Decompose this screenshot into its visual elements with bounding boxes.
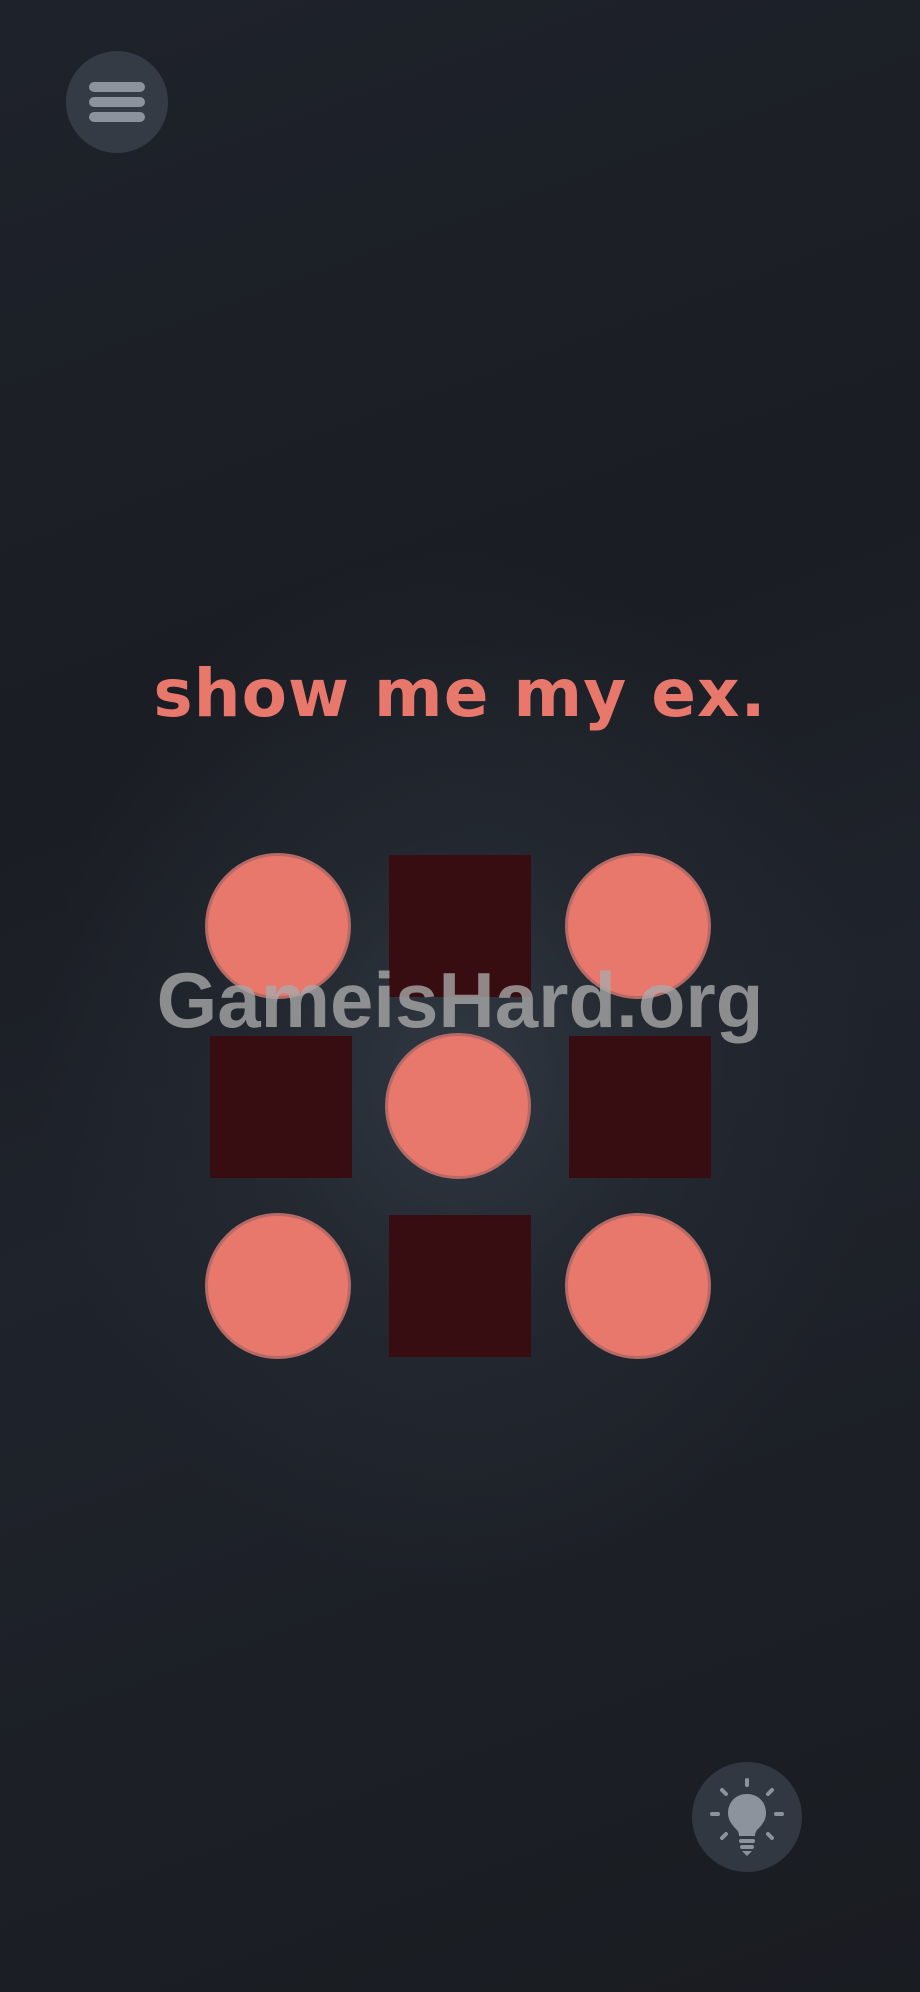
tile-r3-c2[interactable] [389,1215,531,1357]
tile-r3-c3[interactable] [565,1213,711,1359]
tile-r1-c3[interactable] [565,853,711,999]
menu-button[interactable] [66,51,168,153]
lightbulb-icon [710,1778,784,1856]
puzzle-prompt: show me my ex. [153,655,767,732]
tile-r1-c2[interactable] [389,855,531,997]
tile-r1-c1[interactable] [205,853,351,999]
tile-r3-c1[interactable] [205,1213,351,1359]
hint-button[interactable] [692,1762,802,1872]
tile-r2-c2[interactable] [385,1033,531,1179]
puzzle-grid [205,853,715,1361]
tile-r2-c1[interactable] [210,1036,352,1178]
tile-r2-c3[interactable] [569,1036,711,1178]
